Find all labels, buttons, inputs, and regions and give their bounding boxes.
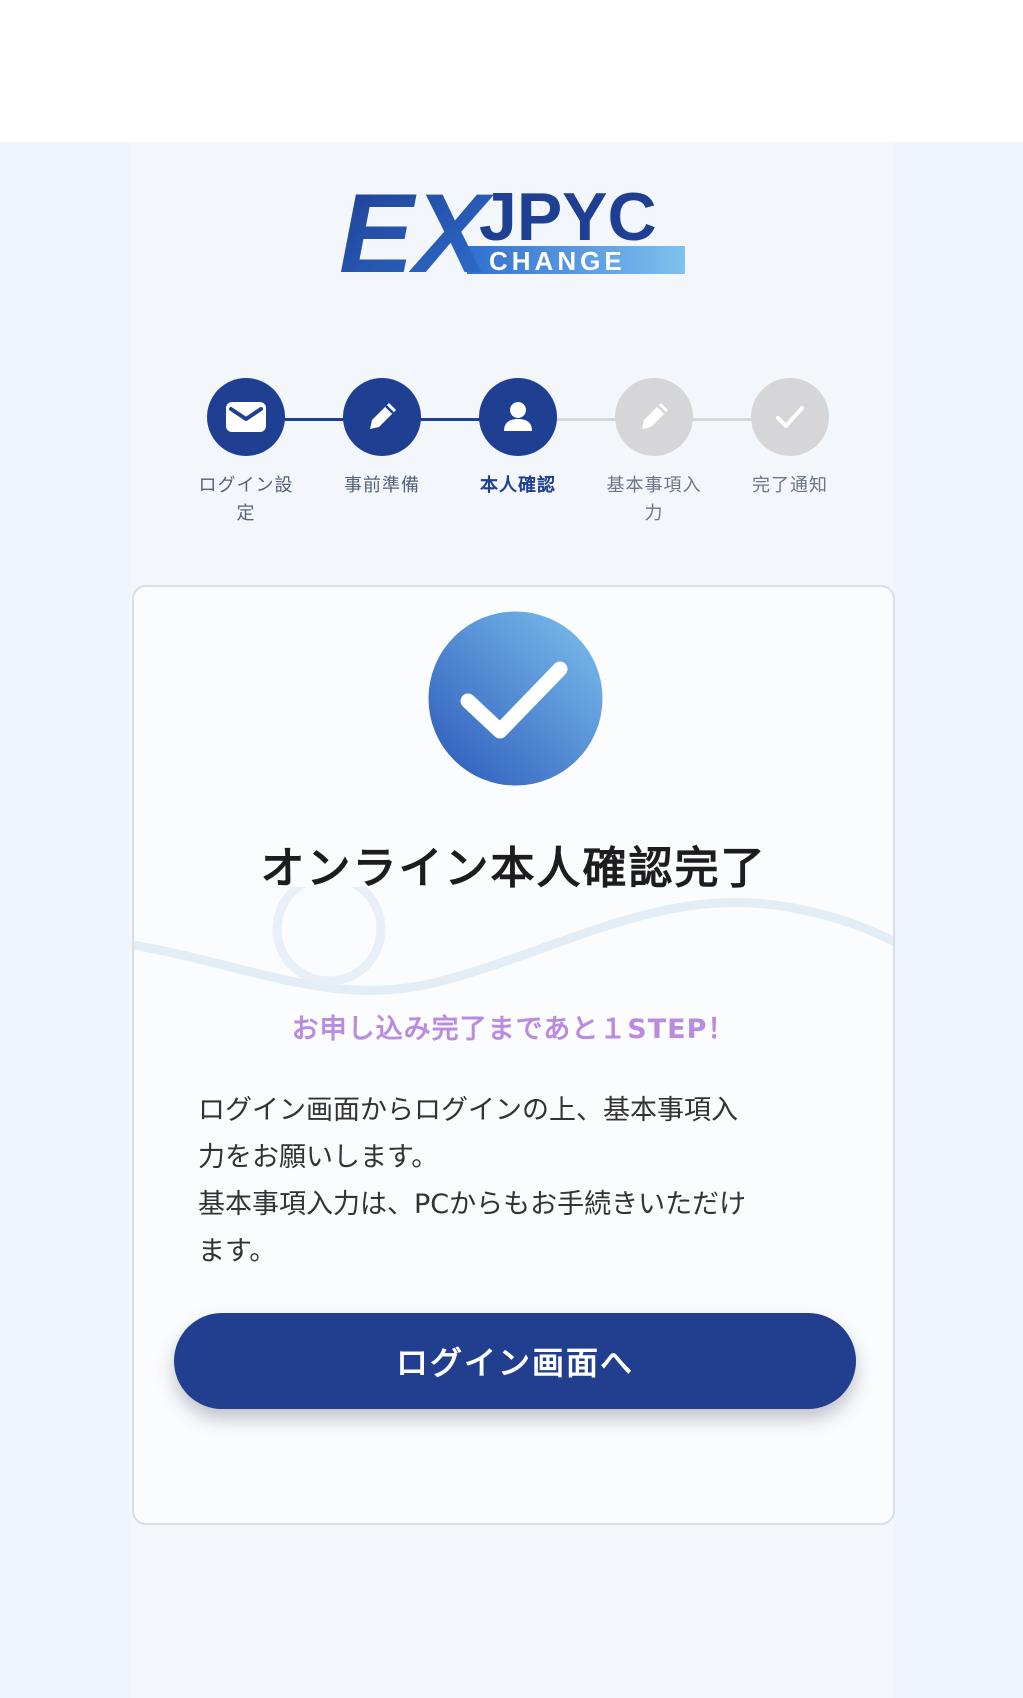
logo-jpyc-text: JPYC (479, 179, 657, 255)
logo-change-text: CHANGE (489, 246, 626, 276)
step-completion: 完了通知 (730, 378, 850, 500)
card-body-text: ログイン画面からログインの上、基本事項入 力をお願いします。 基本事項入力は、P… (198, 1087, 838, 1275)
progress-stepper: ログイン設 定 事前準備 本人確認 基本事項入 力 完了通知 (186, 378, 836, 548)
decorative-wave (134, 887, 893, 995)
step-label-2: 事前準備 (344, 475, 420, 496)
step-circle-3 (479, 378, 557, 456)
step-label-1: ログイン設 定 (198, 475, 294, 524)
body-line-1: ログイン画面からログインの上、基本事項入 (198, 1095, 738, 1126)
exjpyc-logo: EX JPYC CHANGE (339, 176, 685, 276)
verification-complete-card: オンライン本人確認完了 お申し込み完了まであと１STEP！ ログイン画面からログ… (132, 585, 895, 1525)
top-blank-area (0, 0, 1023, 142)
pencil-icon (642, 403, 668, 429)
login-screen-button[interactable]: ログイン画面へ (174, 1313, 856, 1409)
step-circle-2 (343, 378, 421, 456)
step-circle-5 (751, 378, 829, 456)
mail-icon (226, 402, 266, 432)
pencil-icon (370, 403, 396, 429)
body-line-4: ます。 (198, 1236, 277, 1267)
card-title: オンライン本人確認完了 (260, 843, 767, 894)
check-badge-icon (428, 611, 603, 786)
user-icon (504, 402, 532, 431)
step-label-5: 完了通知 (752, 475, 828, 496)
logo-ex-text: EX (339, 176, 495, 276)
step-label-3: 本人確認 (480, 475, 556, 496)
card-subtitle: お申し込み完了まであと１STEP！ (291, 1014, 736, 1045)
body-line-3: 基本事項入力は、PCからもお手続きいただけ (198, 1189, 747, 1220)
step-basic-info: 基本事項入 力 (594, 378, 714, 528)
step-label-4: 基本事項入 力 (606, 475, 702, 524)
step-identity-verification: 本人確認 (458, 378, 578, 500)
body-line-2: 力をお願いします。 (198, 1142, 439, 1173)
step-circle-1 (207, 378, 285, 456)
check-icon (776, 406, 804, 428)
step-circle-4 (615, 378, 693, 456)
step-login-settings: ログイン設 定 (186, 378, 306, 528)
step-preparation: 事前準備 (322, 378, 442, 500)
